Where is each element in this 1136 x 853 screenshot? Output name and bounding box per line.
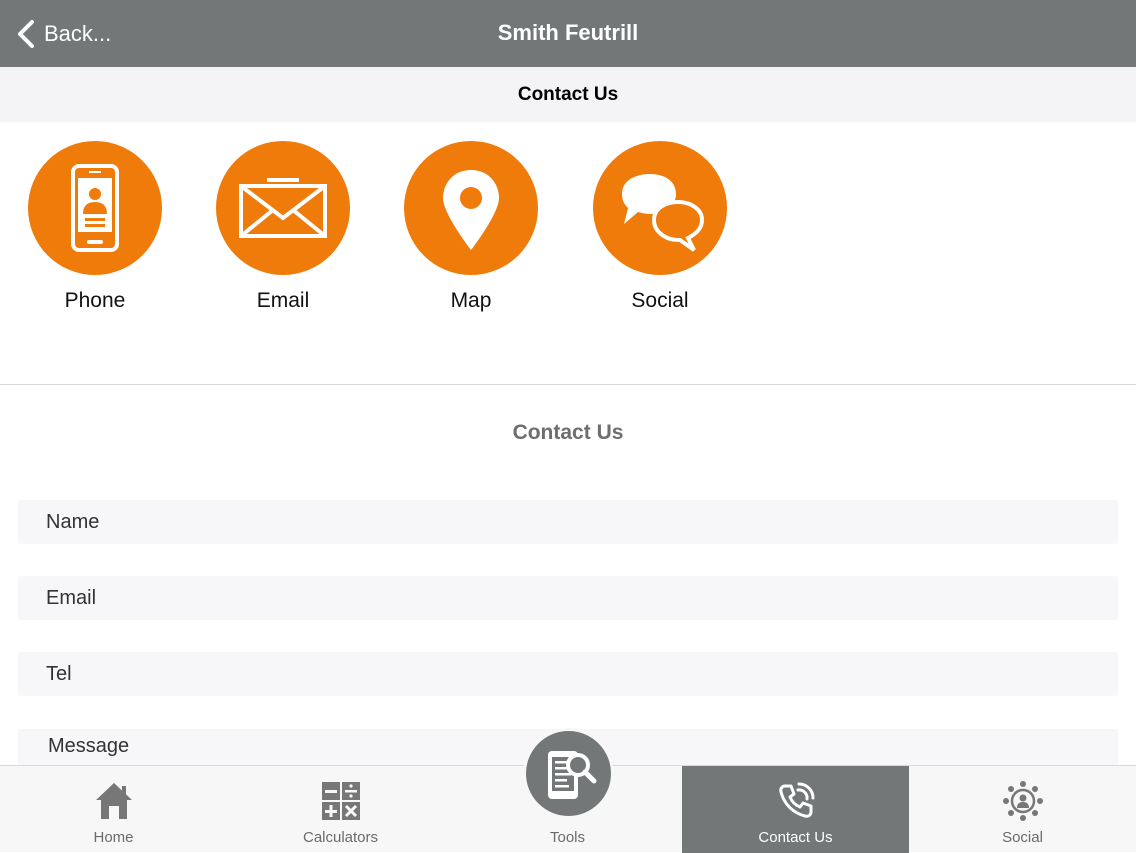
phone-tile[interactable]: Phone xyxy=(20,141,170,313)
contact-options: Phone Email Map Social xyxy=(0,122,1136,384)
tab-home-label: Home xyxy=(93,829,134,846)
section-divider xyxy=(0,384,1136,385)
email-label: Email xyxy=(256,289,310,312)
tools-icon xyxy=(547,750,596,799)
phone-icon xyxy=(71,164,119,252)
tab-social-label: Social xyxy=(1002,829,1043,846)
tab-calculators-label: Calculators xyxy=(302,829,379,846)
page-title: Contact Us xyxy=(0,67,1136,122)
app-title: Smith Feutrill xyxy=(497,20,639,45)
social-network-icon xyxy=(1002,781,1043,821)
email-circle xyxy=(216,141,350,275)
tab-home[interactable]: Home xyxy=(0,766,227,853)
envelope-icon xyxy=(239,178,327,238)
tel-field[interactable] xyxy=(18,652,1118,696)
tab-tools-label: Tools xyxy=(549,829,586,846)
calculator-icon xyxy=(321,782,360,820)
map-pin-icon xyxy=(443,170,499,250)
navigation-bar: Back... Smith Feutrill xyxy=(0,0,1136,67)
tab-social[interactable]: Social xyxy=(909,766,1136,853)
phone-label: Phone xyxy=(64,289,126,312)
social-label: Social xyxy=(631,289,689,312)
phone-call-icon xyxy=(778,782,814,818)
tab-contact-us[interactable]: Contact Us xyxy=(682,766,909,853)
phone-circle xyxy=(28,141,162,275)
home-icon xyxy=(95,783,132,819)
email-field[interactable] xyxy=(18,576,1118,620)
social-circle xyxy=(593,141,727,275)
map-label: Map xyxy=(450,289,492,312)
email-tile[interactable]: Email xyxy=(208,141,358,313)
map-tile[interactable]: Map xyxy=(396,141,546,313)
tab-calculators[interactable]: Calculators xyxy=(227,766,454,853)
name-field[interactable] xyxy=(18,500,1118,544)
tools-button[interactable] xyxy=(523,728,614,819)
chat-bubbles-icon xyxy=(622,174,705,252)
tab-contact-us-label: Contact Us xyxy=(758,829,833,846)
map-circle xyxy=(404,141,538,275)
form-title: Contact Us xyxy=(512,421,624,444)
social-tile[interactable]: Social xyxy=(585,141,735,313)
